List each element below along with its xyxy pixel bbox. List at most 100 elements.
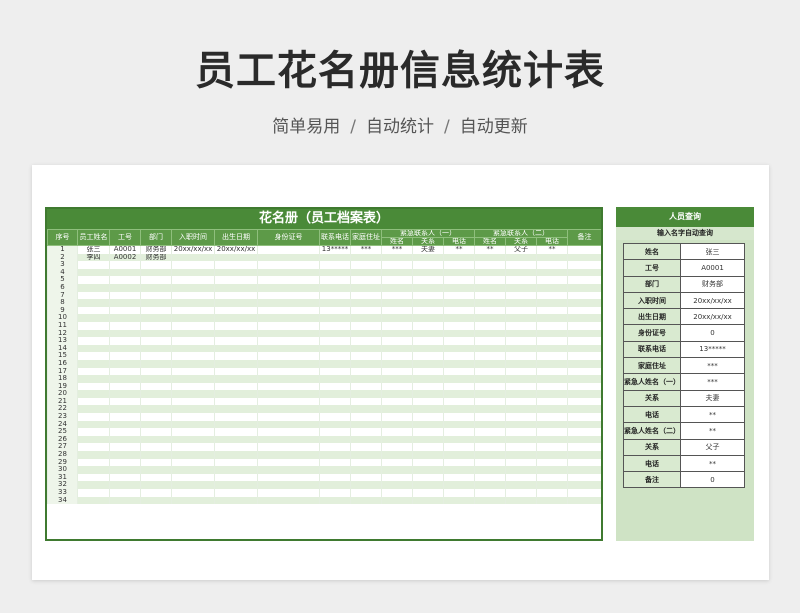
table-cell[interactable] [214,344,258,353]
table-cell[interactable] [171,367,215,376]
table-cell[interactable] [109,435,141,444]
table-cell[interactable] [381,261,413,269]
table-cell[interactable] [505,268,537,277]
table-cell[interactable] [319,397,351,406]
table-cell[interactable] [536,268,568,277]
table-cell[interactable] [443,413,475,421]
table-cell[interactable] [171,382,215,391]
table-cell[interactable] [109,344,141,353]
table-cell[interactable] [381,489,413,497]
table-cell[interactable] [536,413,568,421]
table-cell[interactable] [567,375,601,383]
table-cell[interactable] [140,489,172,497]
table-cell[interactable] [474,420,506,429]
table-cell[interactable] [536,443,568,452]
table-cell[interactable] [412,344,444,353]
table-cell[interactable] [171,329,215,338]
table-cell[interactable] [381,481,413,489]
table-cell[interactable]: 财务部 [140,253,172,262]
table-cell[interactable] [474,473,506,482]
table-cell[interactable] [474,382,506,391]
table-cell[interactable] [381,344,413,353]
table-cell[interactable] [350,329,382,338]
table-cell[interactable]: A0002 [109,253,141,262]
table-cell[interactable] [505,420,537,429]
table-cell[interactable] [567,382,601,391]
table-cell[interactable] [319,413,351,421]
table-cell[interactable] [140,283,172,292]
table-cell[interactable] [77,458,110,467]
row-number[interactable]: 24 [47,420,78,429]
table-cell[interactable] [319,489,351,497]
table-cell[interactable] [77,321,110,330]
table-cell[interactable] [214,420,258,429]
row-number[interactable]: 25 [47,428,78,436]
table-cell[interactable] [505,466,537,474]
table-cell[interactable] [536,291,568,300]
table-cell[interactable] [381,314,413,322]
table-cell[interactable] [77,443,110,452]
table-cell[interactable] [505,344,537,353]
table-cell[interactable] [474,299,506,307]
table-cell[interactable] [109,413,141,421]
table-cell[interactable] [505,329,537,338]
table-cell[interactable] [214,390,258,398]
table-cell[interactable] [140,261,172,269]
table-cell[interactable] [350,359,382,368]
table-cell[interactable] [171,344,215,353]
table-cell[interactable] [505,299,537,307]
table-cell[interactable] [381,306,413,315]
table-cell[interactable] [77,489,110,497]
table-cell[interactable] [381,321,413,330]
table-cell[interactable] [474,435,506,444]
table-cell[interactable] [567,489,601,497]
table-cell[interactable] [214,359,258,368]
table-cell[interactable] [109,481,141,489]
table-cell[interactable] [350,367,382,376]
table-cell[interactable] [257,382,320,391]
row-number[interactable]: 21 [47,397,78,406]
table-cell[interactable] [443,329,475,338]
table-cell[interactable] [536,261,568,269]
table-cell[interactable] [109,382,141,391]
table-cell[interactable] [109,496,141,505]
table-cell[interactable]: 20xx/xx/xx [214,245,258,254]
table-cell[interactable] [505,276,537,284]
row-number[interactable]: 18 [47,375,78,383]
table-cell[interactable] [140,367,172,376]
table-cell[interactable] [77,496,110,505]
table-cell[interactable] [412,321,444,330]
table-cell[interactable] [567,367,601,376]
table-cell[interactable] [381,291,413,300]
table-cell[interactable] [257,458,320,467]
table-cell[interactable] [257,405,320,414]
table-cell[interactable] [474,375,506,383]
table-cell[interactable] [140,291,172,300]
table-cell[interactable] [474,466,506,474]
table-cell[interactable] [350,435,382,444]
table-cell[interactable] [319,352,351,360]
table-cell[interactable] [474,496,506,505]
table-cell[interactable] [140,382,172,391]
row-number[interactable]: 17 [47,367,78,376]
table-cell[interactable] [109,397,141,406]
table-cell[interactable] [350,420,382,429]
table-cell[interactable] [381,253,413,262]
table-cell[interactable] [412,337,444,345]
table-cell[interactable] [140,466,172,474]
table-cell[interactable] [474,397,506,406]
table-cell[interactable] [171,359,215,368]
table-cell[interactable] [214,276,258,284]
table-cell[interactable] [109,443,141,452]
table-cell[interactable] [319,420,351,429]
table-cell[interactable] [381,451,413,459]
table-cell[interactable]: 父子 [505,245,537,254]
table-cell[interactable] [214,405,258,414]
table-cell[interactable] [350,489,382,497]
table-cell[interactable] [381,367,413,376]
table-cell[interactable] [319,306,351,315]
row-number[interactable]: 33 [47,489,78,497]
table-cell[interactable] [350,390,382,398]
table-cell[interactable] [505,413,537,421]
table-cell[interactable] [505,359,537,368]
